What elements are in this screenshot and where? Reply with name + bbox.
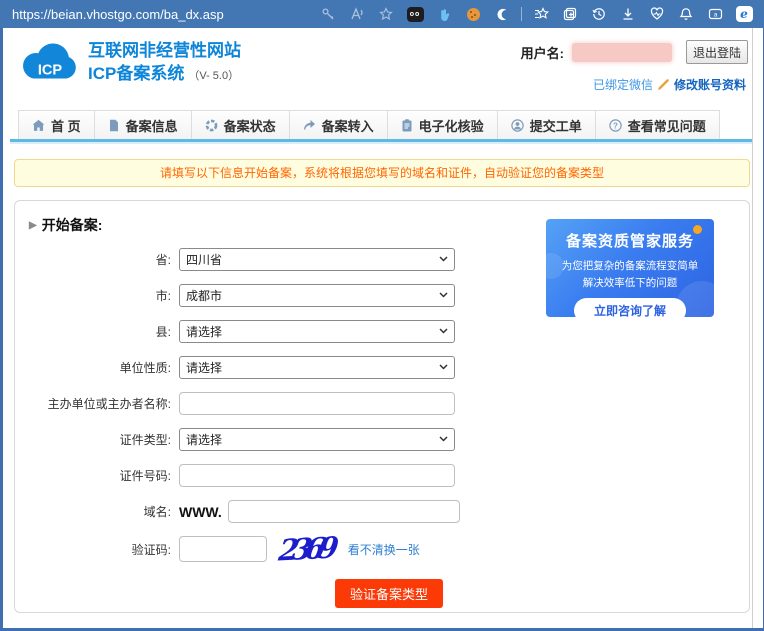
- city-label: 市:: [155, 289, 171, 303]
- notice-banner: 请填写以下信息开始备案，系统将根据您填写的域名和证件，自动验证您的备案类型: [14, 159, 750, 187]
- document-icon: [108, 119, 120, 132]
- username-label: 用户名:: [520, 45, 564, 61]
- version-label: （V- 5.0）: [188, 70, 240, 82]
- tab-label: 提交工单: [529, 118, 582, 134]
- tab-label: 电子化核验: [418, 118, 484, 134]
- notifications-bell-icon[interactable]: [676, 4, 696, 24]
- tab-filing-info[interactable]: 备案信息: [93, 110, 191, 139]
- tab-label: 首 页: [51, 118, 81, 134]
- extension-adblock-icon[interactable]: oo: [405, 4, 425, 24]
- nav-underline-soft: [10, 142, 752, 144]
- scrollbar-gutter[interactable]: [752, 28, 763, 628]
- collections-icon[interactable]: [560, 4, 580, 24]
- icp-cloud-logo-icon: ICP: [16, 36, 80, 91]
- arrow-bullet-icon: ▶: [29, 219, 37, 231]
- edit-account-link[interactable]: 修改账号资料: [674, 76, 746, 93]
- clipboard-icon: [401, 118, 413, 132]
- promo-banner: 备案资质管家服务 为您把复杂的备案流程变简单 解决效率低下的问题 立即咨询了解: [546, 219, 714, 317]
- county-label: 县:: [155, 325, 171, 339]
- organizer-name-label: 主办单位或主办者名称:: [47, 397, 171, 411]
- read-aloud-icon[interactable]: [347, 4, 367, 24]
- person-icon: [510, 118, 524, 132]
- favorites-bar-icon[interactable]: [531, 4, 551, 24]
- status-circle-icon: [205, 119, 218, 132]
- promo-consult-button[interactable]: 立即咨询了解: [573, 298, 686, 317]
- captcha-input[interactable]: [179, 536, 267, 562]
- window-edge-left: [0, 0, 3, 631]
- page-content: ICP 互联网非经营性网站 ICP备案系统 （V- 5.0） 用户名: 退出登陆 …: [0, 28, 752, 628]
- verify-filing-type-button[interactable]: 验证备案类型: [334, 579, 443, 608]
- pencil-icon: [657, 78, 670, 91]
- tab-label: 备案信息: [125, 118, 178, 134]
- form-title: 开始备案:: [41, 217, 103, 233]
- site-title: 互联网非经营性网站 ICP备案系统 （V- 5.0）: [88, 40, 241, 88]
- svg-text:a: a: [713, 12, 717, 19]
- org-type-label: 单位性质:: [119, 361, 171, 375]
- tab-label: 查看常见问题: [627, 118, 706, 134]
- edge-sidebar-icon[interactable]: e: [734, 4, 754, 24]
- logout-button[interactable]: 退出登陆: [686, 40, 748, 64]
- county-select[interactable]: 请选择: [179, 320, 455, 343]
- domain-input[interactable]: [227, 500, 460, 523]
- header-account-area: 用户名: 退出登陆 已绑定微信 修改账号资料: [488, 40, 748, 93]
- cert-number-input[interactable]: [179, 464, 455, 487]
- tab-home[interactable]: 首 页: [18, 110, 94, 139]
- browser-essentials-icon[interactable]: [647, 4, 667, 24]
- password-key-icon[interactable]: [318, 4, 338, 24]
- site-title-line2: ICP备案系统 （V- 5.0）: [88, 64, 240, 83]
- question-icon: ?: [609, 118, 622, 132]
- captcha-image[interactable]: 2369: [277, 530, 334, 567]
- workspaces-icon[interactable]: a: [705, 4, 725, 24]
- promo-line2: 解决效率低下的问题: [582, 277, 678, 289]
- transfer-arrow-icon: [303, 119, 316, 131]
- cert-type-label: 证件类型:: [119, 433, 171, 447]
- home-icon: [32, 119, 45, 132]
- svg-text:?: ?: [613, 121, 618, 130]
- filing-form-panel: ▶ 开始备案: 省: 四川省 市: 成都市 县: 请选择 单位性质: 请选择 主…: [14, 200, 750, 613]
- browser-toolbar: oo a e: [318, 4, 754, 24]
- city-select[interactable]: 成都市: [179, 284, 455, 307]
- tab-filing-transfer[interactable]: 备案转入: [288, 110, 387, 139]
- cookie-extension-icon[interactable]: [463, 4, 483, 24]
- wechat-bound-link[interactable]: 已绑定微信: [593, 76, 653, 93]
- domain-label: 域名:: [143, 505, 171, 519]
- cert-type-select[interactable]: 请选择: [179, 428, 455, 451]
- www-prefix: WWW.: [179, 503, 222, 520]
- svg-text:ICP: ICP: [38, 63, 63, 79]
- tab-label: 备案转入: [321, 118, 374, 134]
- organizer-name-input[interactable]: [179, 392, 455, 415]
- captcha-label: 验证码:: [131, 542, 171, 557]
- tab-label: 备案状态: [223, 118, 276, 134]
- promo-title: 备案资质管家服务: [565, 233, 694, 250]
- username-redacted: [572, 42, 672, 62]
- crescent-extension-icon[interactable]: [492, 4, 512, 24]
- address-bar-url[interactable]: https://beian.vhostgo.com/ba_dx.asp: [12, 7, 224, 22]
- org-type-select[interactable]: 请选择: [179, 356, 455, 379]
- tab-faq[interactable]: ? 查看常见问题: [594, 110, 720, 139]
- add-favorite-star-icon[interactable]: [376, 4, 396, 24]
- browser-topbar: https://beian.vhostgo.com/ba_dx.asp oo a…: [0, 0, 764, 28]
- toolbar-divider: [521, 7, 522, 21]
- main-nav: 首 页 备案信息 备案状态 备案转入 电子化核验 提交工单 ? 查看常见问题: [0, 110, 752, 139]
- tab-filing-status[interactable]: 备案状态: [190, 110, 289, 139]
- site-title-line1: 互联网非经营性网站: [88, 41, 241, 60]
- captcha-refresh-link[interactable]: 看不清换一张: [348, 541, 420, 558]
- tab-e-verification[interactable]: 电子化核验: [386, 110, 497, 139]
- province-select[interactable]: 四川省: [179, 248, 455, 271]
- hand-extension-icon[interactable]: [434, 4, 454, 24]
- promo-line1: 为您把复杂的备案流程变简单: [561, 260, 699, 272]
- downloads-icon[interactable]: [618, 4, 638, 24]
- province-label: 省:: [155, 253, 171, 267]
- tab-submit-ticket[interactable]: 提交工单: [496, 110, 595, 139]
- cert-number-label: 证件号码:: [119, 469, 171, 483]
- site-header: ICP 互联网非经营性网站 ICP备案系统 （V- 5.0） 用户名: 退出登陆 …: [0, 28, 752, 110]
- history-icon[interactable]: [589, 4, 609, 24]
